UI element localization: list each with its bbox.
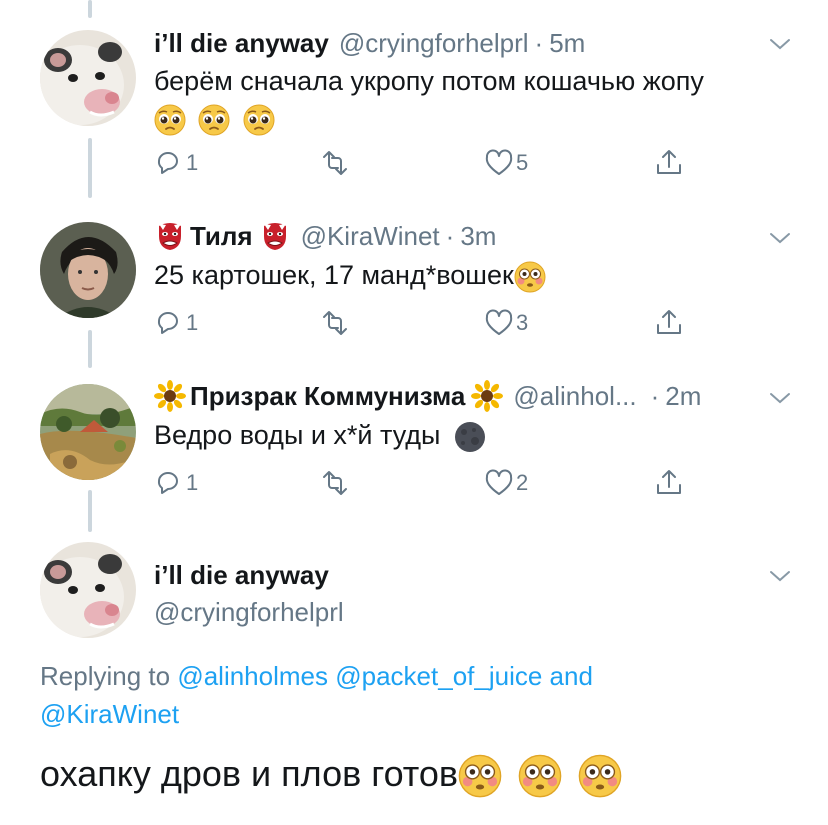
reply-button[interactable]: 1: [154, 308, 198, 338]
timestamp[interactable]: 3m: [460, 221, 496, 252]
retweet-icon: [323, 311, 347, 335]
author-name[interactable]: i’ll die anyway: [154, 560, 329, 591]
retweet-button[interactable]: [320, 308, 350, 338]
author-handle[interactable]: @cryingforhelprl: [339, 28, 529, 59]
author-name[interactable]: Призрак Коммунизма: [190, 381, 465, 412]
pleading-face-icon: [154, 104, 186, 136]
tweet-text: берём сначала укропу потом кошачью жопу: [154, 66, 704, 96]
reply-icon: [157, 472, 178, 494]
mention-link[interactable]: @alinholmes: [177, 661, 328, 691]
flushed-face-icon: [514, 261, 546, 293]
tweet-text: охапку дров и плов готов: [40, 753, 459, 794]
replying-prefix: Replying to: [40, 661, 171, 691]
goblin-mask-icon: [263, 222, 287, 251]
replying-to: Replying to @alinholmes @packet_of_juice…: [40, 657, 780, 733]
like-button[interactable]: 3: [484, 308, 528, 338]
reply-button[interactable]: 1: [154, 148, 198, 178]
like-count: 2: [516, 470, 529, 495]
timestamp[interactable]: 2m: [665, 381, 701, 412]
retweet-icon: [323, 471, 347, 495]
author-handle[interactable]: @cryingforhelprl: [154, 597, 344, 628]
new-moon-face-icon: [454, 421, 485, 452]
separator-dot: ·: [445, 220, 455, 251]
author-name[interactable]: i’ll die anyway: [154, 28, 329, 59]
separator-dot: ·: [534, 28, 544, 58]
goblin-mask-icon: [158, 222, 182, 251]
share-icon: [657, 470, 681, 494]
reply-button[interactable]: 1: [154, 468, 198, 498]
possum-avatar[interactable]: [40, 542, 136, 638]
main-tweet-text-row: охапку дров и плов готов: [40, 752, 622, 798]
possum-avatar[interactable]: [40, 30, 136, 126]
timestamp[interactable]: 5m: [549, 28, 585, 59]
share-button[interactable]: [654, 148, 684, 178]
reply-tweet[interactable]: i’ll die anyway @cryingforhelprl · 5m бе…: [0, 0, 828, 196]
heart-icon: [485, 149, 513, 175]
like-count: 5: [516, 150, 529, 175]
reply-count: 1: [186, 150, 199, 175]
chevron-down-icon[interactable]: [768, 386, 792, 410]
pleading-face-icon: [243, 104, 275, 136]
author-handle[interactable]: @KiraWinet: [301, 221, 440, 252]
reply-count: 1: [186, 470, 199, 495]
reply-icon: [157, 152, 178, 174]
emoji-row: [154, 104, 275, 136]
mention-and[interactable]: and: [550, 661, 593, 691]
retweet-button[interactable]: [320, 148, 350, 178]
mention-link[interactable]: @packet_of_juice: [335, 661, 542, 691]
flushed-face-icon: [458, 755, 502, 798]
pleading-face-icon: [198, 104, 231, 136]
sunflower-icon: [154, 380, 186, 412]
tweet-text: Ведро воды и х*й туды: [154, 420, 441, 450]
tweet-text: 25 картошек, 17 манд*вошек: [154, 260, 514, 290]
share-icon: [657, 150, 681, 174]
flushed-face-icon: [578, 755, 622, 798]
like-count: 3: [516, 310, 529, 335]
share-button[interactable]: [654, 468, 684, 498]
painting-avatar[interactable]: [40, 384, 136, 480]
reply-tweet[interactable]: Призрак Коммунизма @alinhol... · 2m Ведр…: [0, 364, 828, 532]
heart-icon: [485, 469, 513, 495]
chevron-down-icon[interactable]: [768, 564, 792, 588]
retweet-button[interactable]: [320, 468, 350, 498]
reply-tweet[interactable]: Тиля @KiraWinet · 3m 25 картошек, 17 ман…: [0, 196, 828, 364]
reply-icon: [157, 312, 178, 334]
separator-dot: ·: [650, 380, 660, 411]
like-button[interactable]: 2: [484, 468, 528, 498]
man-portrait-avatar[interactable]: [40, 222, 136, 318]
share-icon: [657, 310, 681, 334]
sunflower-icon: [471, 380, 504, 412]
author-handle[interactable]: @alinhol...: [513, 381, 636, 412]
author-name[interactable]: Тиля: [190, 221, 253, 252]
mention-link[interactable]: @KiraWinet: [40, 699, 179, 729]
like-button[interactable]: 5: [484, 148, 528, 178]
flushed-face-icon: [518, 755, 562, 798]
heart-icon: [485, 309, 513, 335]
chevron-down-icon[interactable]: [768, 226, 792, 250]
chevron-down-icon[interactable]: [768, 32, 792, 56]
share-button[interactable]: [654, 308, 684, 338]
retweet-icon: [323, 151, 347, 175]
reply-count: 1: [186, 310, 199, 335]
